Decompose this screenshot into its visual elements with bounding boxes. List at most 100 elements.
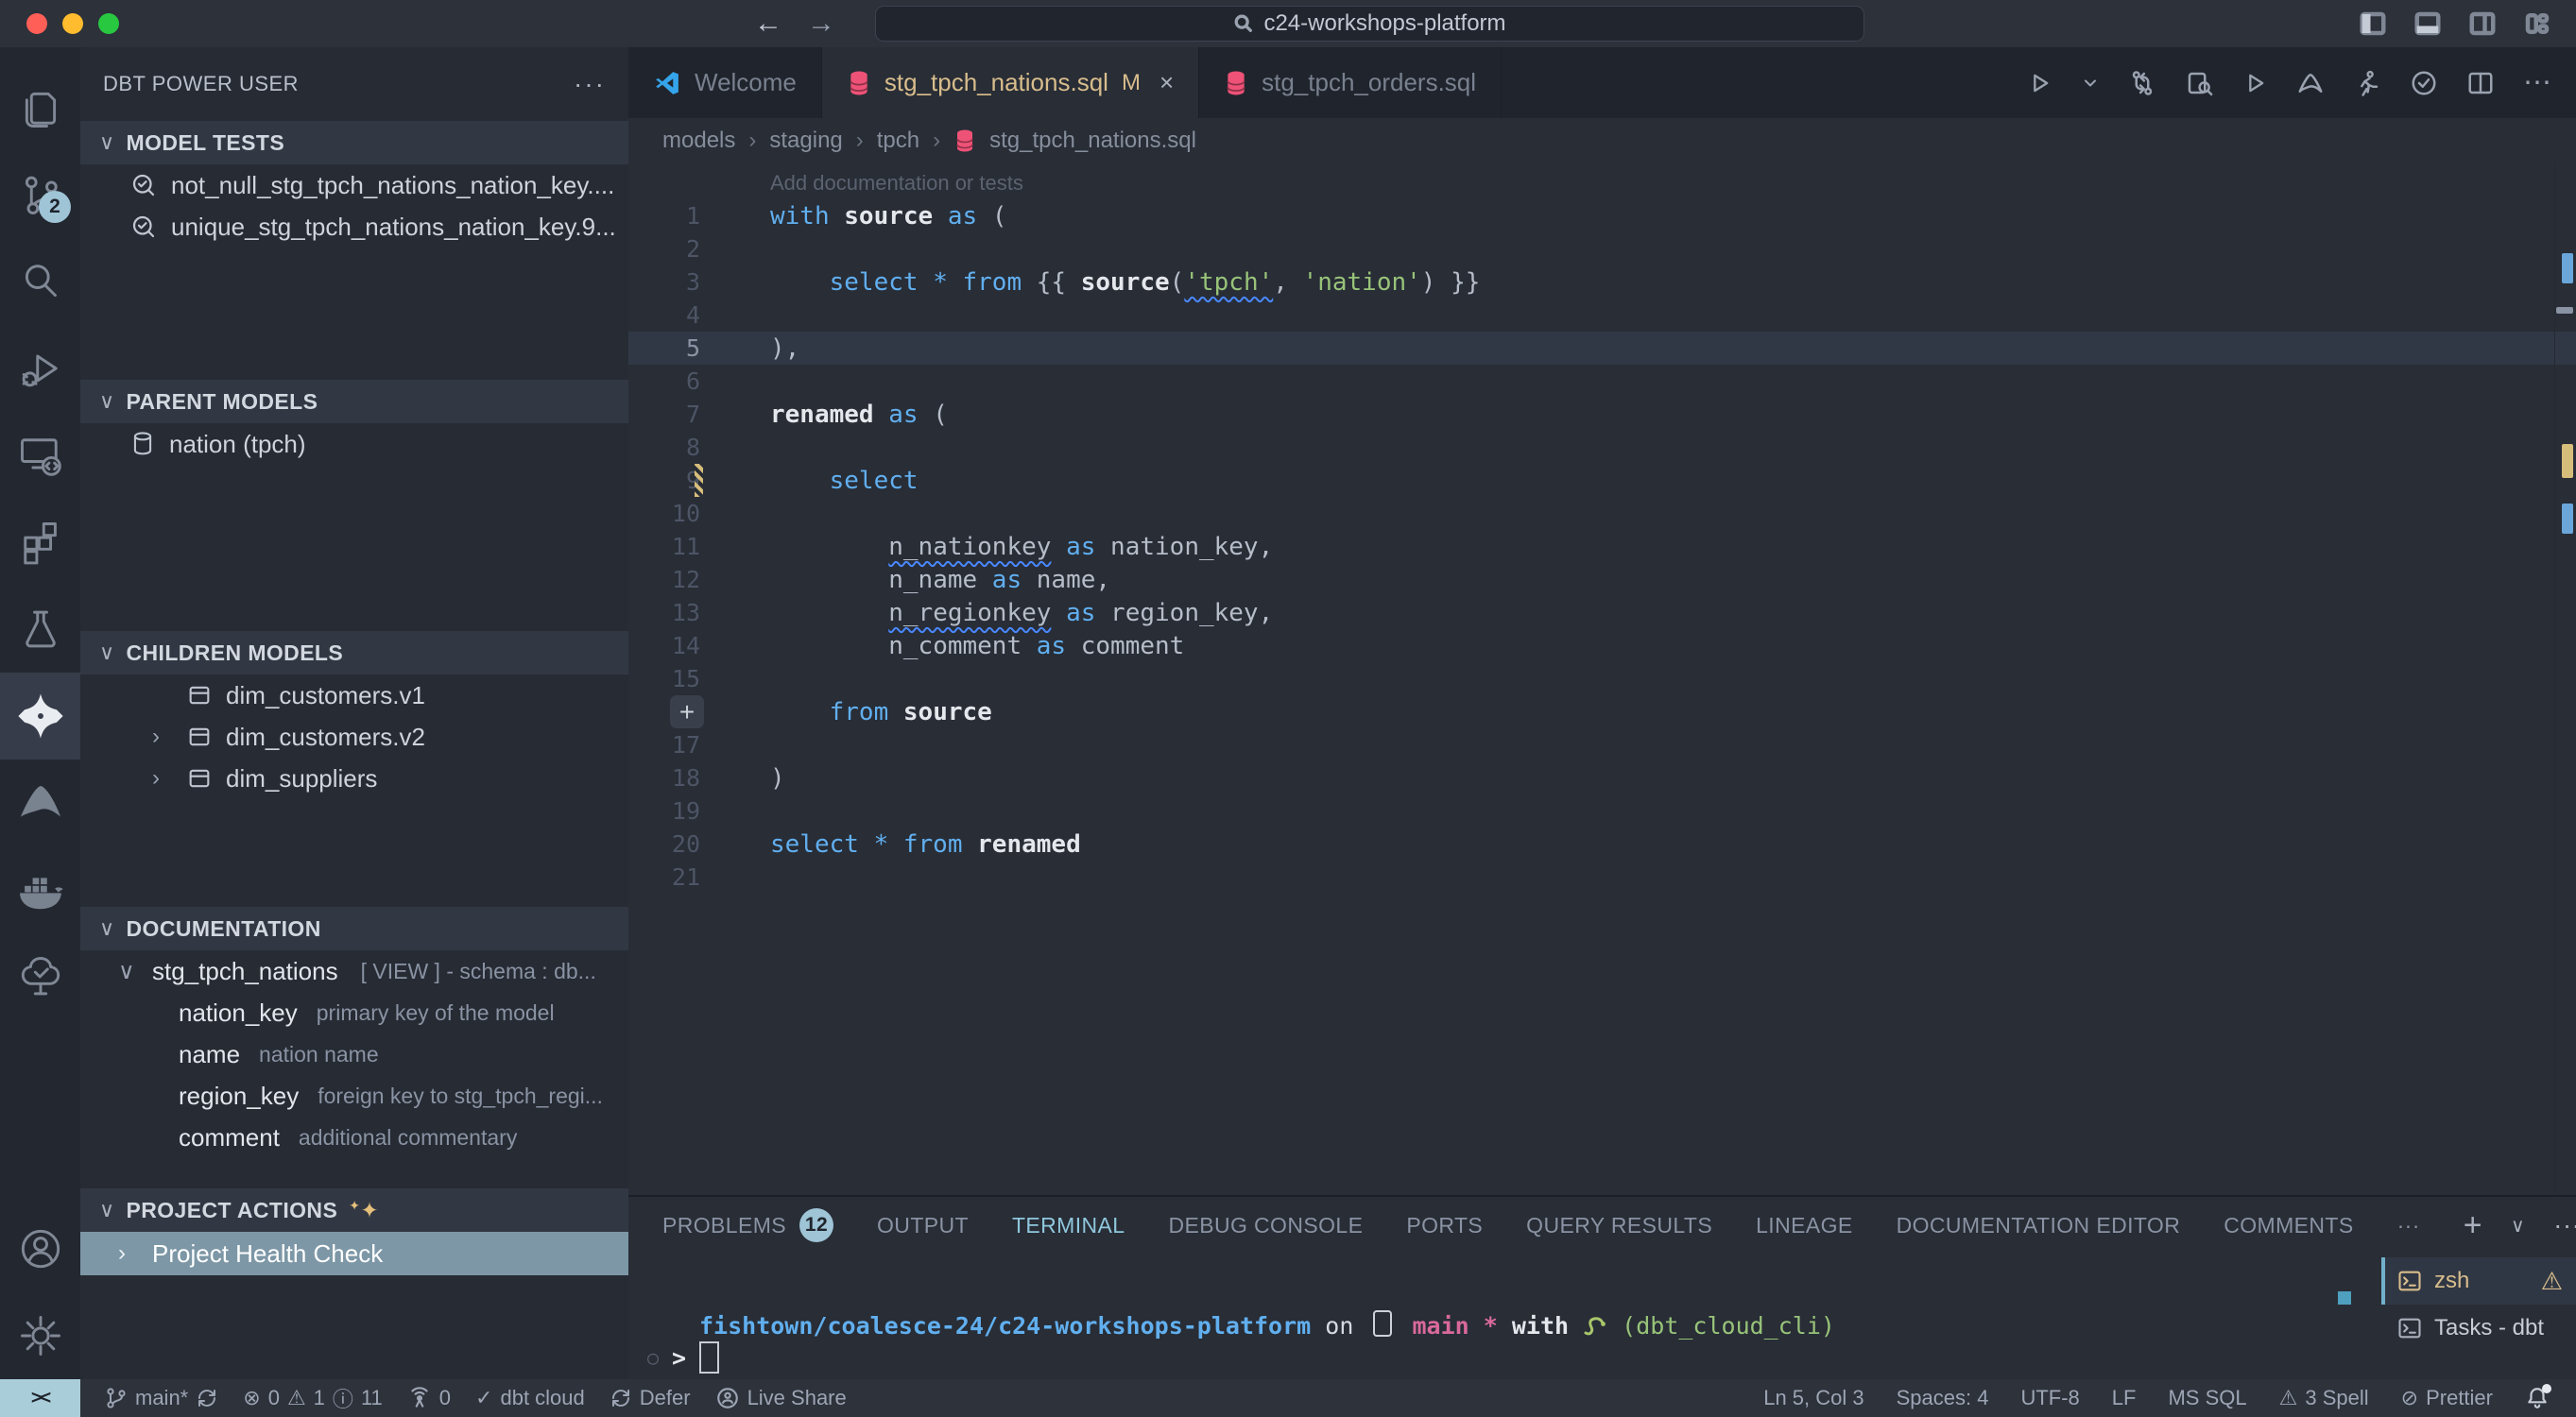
breadcrumb-item[interactable]: tpch	[877, 128, 919, 154]
section-project-actions[interactable]: ∨ PROJECT ACTIONS ✦✦	[80, 1188, 628, 1232]
live-share-status[interactable]: Live Share	[715, 1386, 847, 1410]
more-actions-icon[interactable]: ⋯	[2523, 66, 2551, 99]
tab-welcome[interactable]: Welcome	[628, 47, 822, 118]
chevron-down-icon[interactable]	[2081, 74, 2100, 93]
code-line[interactable]: 20select * from renamed	[628, 828, 2576, 861]
child-model-item[interactable]: › dim_customers.v2	[80, 716, 628, 758]
panel-tab-comments[interactable]: COMMENTS	[2224, 1213, 2353, 1238]
section-children-models[interactable]: ∨ CHILDREN MODELS	[80, 631, 628, 674]
activity-accounts[interactable]	[0, 1205, 80, 1292]
compare-lineage-icon[interactable]	[2128, 69, 2156, 97]
close-tab-icon[interactable]: ×	[1159, 68, 1174, 97]
doc-column-row[interactable]: comment additional commentary	[80, 1117, 628, 1158]
doc-column-row[interactable]: region_key foreign key to stg_tpch_regi.…	[80, 1075, 628, 1117]
code-line[interactable]: 18)	[628, 761, 2576, 794]
toggle-sidebar-icon[interactable]	[2359, 9, 2387, 38]
doc-model-row[interactable]: ∨ stg_tpch_nations [ VIEW ] - schema : d…	[80, 950, 628, 992]
language-mode[interactable]: MS SQL	[2168, 1386, 2246, 1410]
zoom-window-button[interactable]	[98, 13, 119, 34]
section-parent-models[interactable]: ∨ PARENT MODELS	[80, 380, 628, 423]
activity-search[interactable]	[0, 238, 80, 325]
activity-extensions[interactable]	[0, 499, 80, 586]
indentation[interactable]: Spaces: 4	[1897, 1386, 1989, 1410]
run-icon[interactable]	[2026, 70, 2052, 96]
code-line[interactable]: 2	[628, 232, 2576, 265]
code-line[interactable]: 4	[628, 299, 2576, 332]
cursor-position[interactable]: Ln 5, Col 3	[1763, 1386, 1863, 1410]
code-line[interactable]: 16+ from source	[628, 695, 2576, 728]
eol[interactable]: LF	[2112, 1386, 2137, 1410]
breadcrumb-item[interactable]: staging	[769, 128, 842, 154]
model-test-item[interactable]: unique_stg_tpch_nations_nation_key.9...	[80, 206, 628, 248]
panel-tab-terminal[interactable]: TERMINAL	[1012, 1213, 1125, 1238]
activity-altimate[interactable]	[0, 760, 80, 846]
problems-status[interactable]: ⊗ 0 ⚠ 1 ⓘ 11	[243, 1383, 383, 1413]
chevron-down-icon[interactable]: ∨	[2511, 1214, 2525, 1238]
panel-tab-debug-console[interactable]: DEBUG CONSOLE	[1168, 1213, 1363, 1238]
breadcrumb-item[interactable]: models	[662, 128, 735, 154]
run-model-icon[interactable]	[2353, 69, 2381, 97]
code-line[interactable]: 3 select * from {{ source('tpch', 'natio…	[628, 265, 2576, 299]
child-model-item[interactable]: › dim_suppliers	[80, 758, 628, 799]
add-action-button[interactable]: +	[670, 695, 704, 728]
activity-settings[interactable]	[0, 1292, 80, 1379]
defer-status[interactable]: Defer	[610, 1386, 691, 1410]
close-window-button[interactable]	[26, 13, 47, 34]
preview-query-icon[interactable]	[2185, 69, 2213, 97]
activity-docker[interactable]	[0, 846, 80, 933]
code-line[interactable]: 15	[628, 662, 2576, 695]
navigate-back-icon[interactable]: ←	[754, 8, 782, 40]
section-documentation[interactable]: ∨ DOCUMENTATION	[80, 907, 628, 950]
panel-tab-problems[interactable]: PROBLEMS12	[662, 1208, 833, 1242]
section-model-tests[interactable]: ∨ MODEL TESTS	[80, 121, 628, 164]
tab-stg-tpch-nations[interactable]: stg_tpch_nations.sql M ×	[822, 47, 1199, 118]
remote-indicator[interactable]: ><	[0, 1379, 80, 1417]
formatter-status[interactable]: ⊘ Prettier	[2401, 1386, 2493, 1410]
doc-column-row[interactable]: nation_key primary key of the model	[80, 992, 628, 1033]
altimate-icon[interactable]	[2296, 69, 2325, 97]
code-line[interactable]: 10	[628, 497, 2576, 530]
code-line[interactable]: 19	[628, 794, 2576, 828]
doc-column-row[interactable]: name nation name	[80, 1033, 628, 1075]
ports-status[interactable]: 0	[407, 1386, 451, 1410]
activity-project-health[interactable]	[0, 933, 80, 1020]
activity-testing[interactable]	[0, 586, 80, 673]
terminal-list-item[interactable]: zsh⚠	[2381, 1257, 2576, 1305]
code-line[interactable]: 12 n_name as name,	[628, 563, 2576, 596]
code-line[interactable]: 7renamed as (	[628, 398, 2576, 431]
activity-remote-explorer[interactable]	[0, 412, 80, 499]
code-line[interactable]: 6	[628, 365, 2576, 398]
code-editor[interactable]: Add documentation or tests 1with source …	[628, 163, 2576, 1195]
panel-tab-output[interactable]: OUTPUT	[877, 1213, 969, 1238]
activity-explorer[interactable]	[0, 64, 80, 151]
code-line[interactable]: 13 n_regionkey as region_key,	[628, 596, 2576, 629]
encoding[interactable]: UTF-8	[2020, 1386, 2079, 1410]
new-terminal-icon[interactable]: +	[2464, 1207, 2482, 1244]
dbt-cloud-status[interactable]: ✓ dbt cloud	[475, 1386, 585, 1410]
code-line[interactable]: 17	[628, 728, 2576, 761]
project-health-check-item[interactable]: › Project Health Check	[80, 1232, 628, 1275]
execute-dbt-icon[interactable]	[2241, 70, 2268, 96]
code-line[interactable]: 8	[628, 431, 2576, 464]
split-editor-icon[interactable]	[2466, 69, 2495, 97]
code-line[interactable]: 21	[628, 861, 2576, 894]
toggle-panel-icon[interactable]	[2413, 9, 2442, 38]
minimize-window-button[interactable]	[62, 13, 83, 34]
command-center-search[interactable]: c24-workshops-platform	[875, 6, 1864, 42]
test-check-icon[interactable]	[2410, 69, 2438, 97]
panel-tab-query-results[interactable]: QUERY RESULTS	[1526, 1213, 1712, 1238]
terminal-list-item[interactable]: Tasks - dbt	[2381, 1305, 2576, 1352]
activity-source-control[interactable]: 2	[0, 151, 80, 238]
code-line[interactable]: 14 n_comment as comment	[628, 629, 2576, 662]
terminal-input-line[interactable]: ○ >	[647, 1341, 719, 1374]
code-line[interactable]: 9 select	[628, 464, 2576, 497]
panel-tab--[interactable]: ···	[2397, 1213, 2420, 1238]
parent-model-item[interactable]: nation (tpch)	[80, 423, 628, 465]
tab-stg-tpch-orders[interactable]: stg_tpch_orders.sql	[1199, 47, 1502, 118]
activity-dbt-power-user[interactable]	[0, 673, 80, 760]
code-line[interactable]: 5),	[628, 332, 2576, 365]
child-model-item[interactable]: dim_customers.v1	[80, 674, 628, 716]
panel-tab-lineage[interactable]: LINEAGE	[1756, 1213, 1853, 1238]
model-test-item[interactable]: not_null_stg_tpch_nations_nation_key....	[80, 164, 628, 206]
code-line[interactable]: 1with source as (	[628, 199, 2576, 232]
